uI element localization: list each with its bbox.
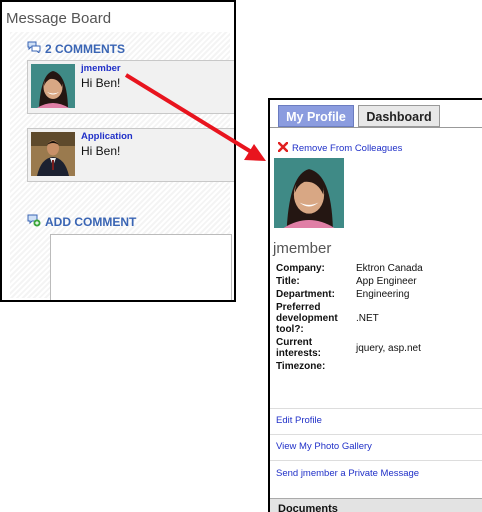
edit-profile-link[interactable]: Edit Profile xyxy=(270,408,482,432)
profile-username: jmember xyxy=(273,240,332,257)
arrow-head xyxy=(244,144,266,161)
documents-section-header[interactable]: Documents xyxy=(270,498,482,512)
remove-from-colleagues-link[interactable]: Remove From Colleagues xyxy=(277,141,403,155)
field-value: App Engineer xyxy=(356,276,417,287)
profile-panel: My Profile Dashboard Remove From Colleag… xyxy=(268,98,482,512)
field-label: Department: xyxy=(276,289,335,300)
field-label: Title: xyxy=(276,276,300,287)
field-row-company: Company: Ektron Canada xyxy=(276,263,482,274)
field-row-timezone: Timezone: xyxy=(276,361,482,372)
remove-label: Remove From Colleagues xyxy=(292,143,403,154)
arrow-line xyxy=(124,73,255,155)
tab-my-profile[interactable]: My Profile xyxy=(278,105,354,127)
remove-icon xyxy=(277,141,289,155)
field-label: Company: xyxy=(276,263,325,274)
field-row-title: Title: App Engineer xyxy=(276,276,482,287)
profile-avatar xyxy=(274,158,344,228)
field-value: .NET xyxy=(356,313,379,324)
field-value: jquery, asp.net xyxy=(356,342,421,354)
field-label: Current interests: xyxy=(276,337,322,359)
tab-divider xyxy=(270,127,482,128)
field-label: Preferred development tool?: xyxy=(276,302,338,335)
tab-dashboard[interactable]: Dashboard xyxy=(358,105,440,127)
profile-fields: Company: Ektron Canada Title: App Engine… xyxy=(276,263,482,374)
profile-tabs: My Profile Dashboard xyxy=(270,100,482,128)
field-value: Engineering xyxy=(356,289,410,300)
field-row-interests: Current interests: jquery, asp.net xyxy=(276,337,482,359)
field-row-dev-tool: Preferred development tool?: .NET xyxy=(276,302,482,335)
field-row-department: Department: Engineering xyxy=(276,289,482,300)
private-message-link[interactable]: Send jmember a Private Message xyxy=(270,460,482,486)
field-label: Timezone: xyxy=(276,361,326,372)
field-value: Ektron Canada xyxy=(356,263,423,274)
photo-gallery-link[interactable]: View My Photo Gallery xyxy=(270,434,482,458)
